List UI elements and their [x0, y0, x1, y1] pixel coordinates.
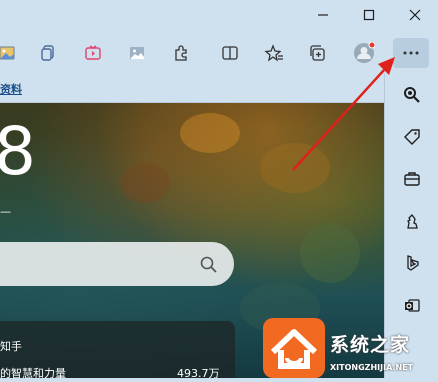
video-collection-button[interactable] [78, 38, 108, 68]
video-collection-icon [85, 45, 101, 60]
profile-button[interactable] [349, 38, 379, 68]
watermark-brand: 系统之家 [330, 334, 411, 356]
bing-icon [407, 255, 419, 271]
close-icon [409, 9, 421, 21]
date-fragment: — [0, 205, 11, 218]
sidebar-outlook-button[interactable] [397, 290, 427, 320]
picture-icon [130, 47, 144, 59]
news-headline[interactable]: 的智慧和力量 [0, 365, 66, 378]
sidebar-bing-button[interactable] [397, 248, 427, 278]
collections-icon [310, 45, 325, 61]
browser-toolbar [0, 30, 438, 74]
sidebar-shopping-button[interactable] [397, 122, 427, 152]
favorites-bar: 资料 [0, 74, 384, 103]
picture-button[interactable] [122, 38, 152, 68]
extensions-icon [175, 45, 187, 61]
search-box[interactable] [0, 242, 234, 286]
image-button[interactable] [0, 38, 22, 68]
news-view-count: 493.7万 [177, 367, 220, 378]
favorites-link[interactable]: 资料 [0, 81, 22, 97]
chess-icon [407, 214, 418, 229]
split-screen-button[interactable] [215, 38, 245, 68]
maximize-icon [363, 9, 375, 21]
briefcase-icon [404, 172, 420, 186]
favorites-button[interactable] [259, 38, 289, 68]
profile-icon [354, 42, 375, 63]
minimize-button[interactable] [300, 0, 346, 30]
search-icon [404, 87, 420, 103]
watermark-logo [263, 318, 325, 378]
more-options-icon [403, 51, 419, 55]
copy-icon [41, 45, 54, 61]
sidebar-tools-button[interactable] [397, 164, 427, 194]
collections-button[interactable] [303, 38, 333, 68]
outlook-icon [405, 299, 420, 312]
favorites-icon [264, 44, 283, 62]
more-options-button[interactable] [393, 38, 429, 68]
new-tab-page: 8 — 知手 的智慧和力量 493.7万 [0, 103, 384, 378]
clock-digit: 8 [0, 113, 36, 190]
sidebar-search-button[interactable] [397, 80, 427, 110]
extensions-button[interactable] [166, 38, 196, 68]
tag-icon [404, 129, 420, 145]
house-icon [270, 329, 318, 369]
image-icon [0, 46, 15, 60]
sidebar-games-button[interactable] [397, 206, 427, 236]
close-button[interactable] [392, 0, 438, 30]
split-screen-icon [222, 46, 238, 60]
minimize-icon [318, 14, 328, 16]
search-icon[interactable] [200, 256, 218, 274]
title-bar [0, 0, 438, 30]
maximize-button[interactable] [346, 0, 392, 30]
news-source: 知手 [0, 340, 22, 353]
copy-button[interactable] [33, 38, 63, 68]
watermark-url: XITONGZHIJIA.NET [330, 363, 414, 372]
